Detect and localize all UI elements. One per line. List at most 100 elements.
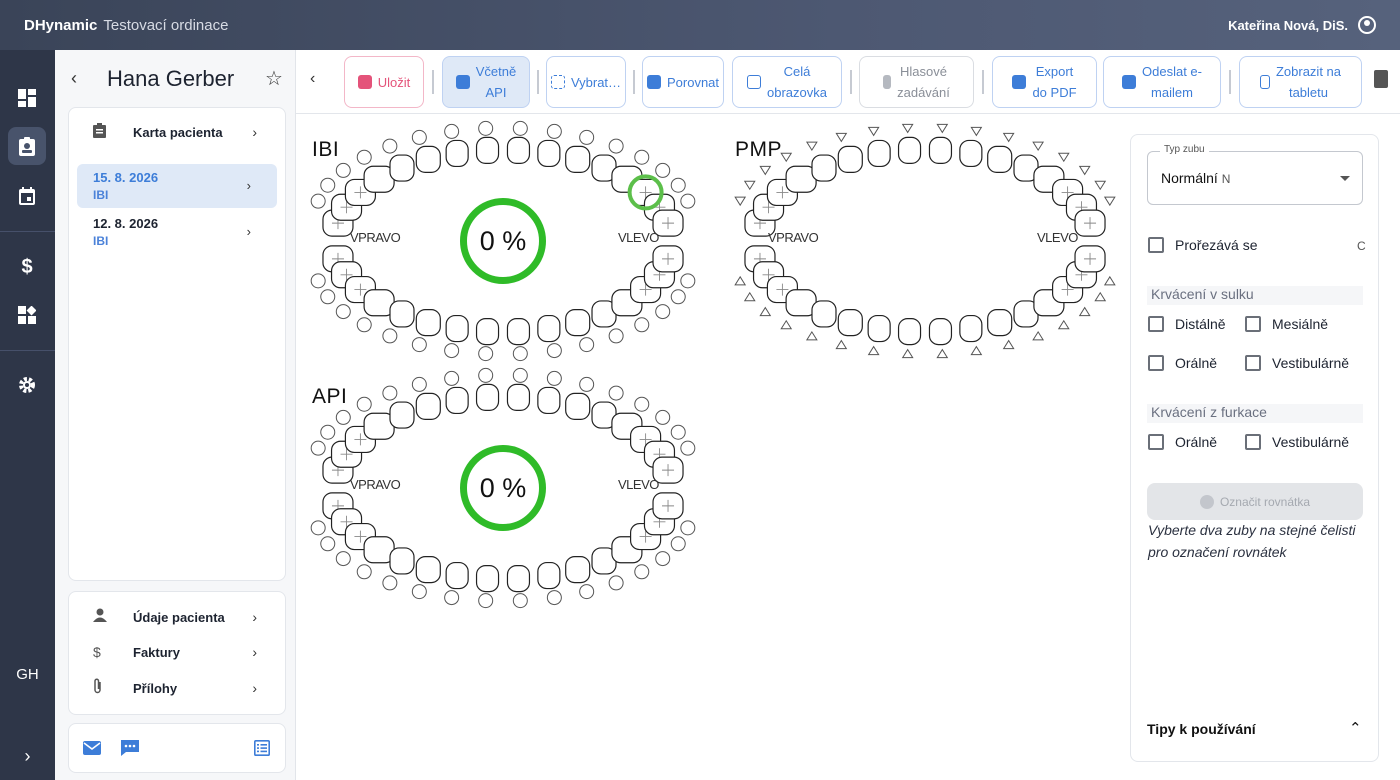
pocket-marker[interactable] <box>780 152 793 163</box>
calendar-button[interactable] <box>8 177 46 215</box>
trash-icon[interactable] <box>1374 70 1388 88</box>
pocket-marker[interactable] <box>1078 306 1091 317</box>
pocket-marker[interactable] <box>734 275 747 286</box>
site-marker[interactable] <box>634 149 650 165</box>
pocket-marker[interactable] <box>1078 165 1091 176</box>
site-marker[interactable] <box>670 536 686 552</box>
pocket-marker[interactable] <box>805 141 818 152</box>
tooth[interactable] <box>565 392 591 420</box>
widgets-button[interactable] <box>8 296 46 334</box>
site-marker[interactable] <box>670 177 686 193</box>
attachments-link[interactable]: Přílohy › <box>69 670 285 706</box>
pocket-marker[interactable] <box>1057 319 1070 330</box>
favorite-star-icon[interactable]: ☆ <box>265 66 283 91</box>
pocket-marker[interactable] <box>1094 180 1107 191</box>
site-marker[interactable] <box>411 584 427 600</box>
pocket-marker[interactable] <box>743 291 756 302</box>
site-marker[interactable] <box>382 575 398 591</box>
site-marker[interactable] <box>335 551 351 567</box>
site-marker[interactable] <box>634 317 650 333</box>
site-marker[interactable] <box>320 177 336 193</box>
pocket-marker[interactable] <box>835 132 848 143</box>
chevron-up-icon[interactable]: ⌃ <box>1349 719 1362 737</box>
fullscreen-button[interactable]: Celá obrazovka <box>732 56 842 108</box>
oral-checkbox[interactable]: Orálně <box>1148 355 1217 371</box>
site-marker[interactable] <box>310 193 326 209</box>
pocket-marker[interactable] <box>759 306 772 317</box>
user-initials[interactable]: GH <box>0 666 55 683</box>
site-marker[interactable] <box>444 123 460 139</box>
pocket-marker[interactable] <box>780 319 793 330</box>
tooth[interactable] <box>415 309 441 337</box>
site-marker[interactable] <box>655 409 671 425</box>
tooth[interactable] <box>565 145 591 173</box>
pocket-marker[interactable] <box>901 348 914 359</box>
back-arrow-icon[interactable]: ‹ <box>71 68 77 89</box>
tooth[interactable] <box>445 386 469 415</box>
pocket-marker[interactable] <box>1103 275 1116 286</box>
pocket-marker[interactable] <box>1032 141 1045 152</box>
pocket-marker[interactable] <box>936 123 949 134</box>
site-marker[interactable] <box>478 593 494 609</box>
tooth[interactable] <box>475 565 500 593</box>
tooth[interactable] <box>652 245 684 273</box>
tooth[interactable] <box>652 492 684 520</box>
patient-info-link[interactable]: Údaje pacienta › <box>69 599 285 635</box>
tooth[interactable] <box>475 383 500 411</box>
site-marker[interactable] <box>680 440 696 456</box>
list-icon[interactable] <box>254 740 270 756</box>
tooth[interactable] <box>987 309 1013 337</box>
tooth[interactable] <box>1074 245 1106 273</box>
site-marker[interactable] <box>310 273 326 289</box>
tooth[interactable] <box>389 401 415 429</box>
site-marker[interactable] <box>335 409 351 425</box>
vestibular-checkbox[interactable]: Vestibulárně <box>1245 355 1349 371</box>
site-marker[interactable] <box>478 120 494 136</box>
tooth[interactable] <box>565 556 591 584</box>
site-marker[interactable] <box>356 564 372 580</box>
site-marker[interactable] <box>579 337 595 353</box>
tooth[interactable] <box>897 136 922 164</box>
mark-braces-button[interactable]: Označit rovnátka <box>1147 483 1363 520</box>
checkbox-box[interactable] <box>1148 355 1164 371</box>
send-email-button[interactable]: Odeslat e-mailem <box>1103 56 1221 108</box>
checkbox-box[interactable] <box>1245 355 1261 371</box>
checkbox-box[interactable] <box>1245 434 1261 450</box>
site-marker[interactable] <box>670 424 686 440</box>
tooth[interactable] <box>959 314 983 343</box>
tooth[interactable] <box>1074 209 1106 237</box>
tooth[interactable] <box>475 318 500 346</box>
tooth[interactable] <box>506 318 531 346</box>
patient-card-link[interactable]: Karta pacienta › <box>69 114 285 150</box>
tooth[interactable] <box>867 139 891 168</box>
site-marker[interactable] <box>310 440 326 456</box>
site-marker[interactable] <box>444 370 460 386</box>
settings-button[interactable] <box>8 366 46 404</box>
tooth[interactable] <box>565 309 591 337</box>
site-marker[interactable] <box>356 396 372 412</box>
site-marker[interactable] <box>320 536 336 552</box>
site-marker[interactable] <box>608 385 624 401</box>
pocket-marker[interactable] <box>835 339 848 350</box>
tooth[interactable] <box>811 300 837 328</box>
patient-card-button[interactable] <box>8 127 46 165</box>
site-marker[interactable] <box>546 590 562 606</box>
site-marker[interactable] <box>310 520 326 536</box>
tooth[interactable] <box>506 383 531 411</box>
user-menu[interactable]: Kateřina Nová, DiS. <box>1228 16 1376 34</box>
site-marker[interactable] <box>634 564 650 580</box>
site-marker[interactable] <box>608 328 624 344</box>
user-account-icon[interactable] <box>1358 16 1376 34</box>
pocket-marker[interactable] <box>734 196 747 207</box>
collapse-panel-icon[interactable]: ‹ <box>310 70 315 88</box>
show-on-tablet-button[interactable]: Zobrazit na tabletu <box>1239 56 1362 108</box>
site-marker[interactable] <box>680 193 696 209</box>
tooth[interactable] <box>415 392 441 420</box>
tooth[interactable] <box>837 145 863 173</box>
site-marker[interactable] <box>411 129 427 145</box>
tooth[interactable] <box>445 561 469 590</box>
site-marker[interactable] <box>478 346 494 362</box>
site-marker[interactable] <box>478 367 494 383</box>
mail-icon[interactable] <box>83 741 101 755</box>
site-marker[interactable] <box>608 575 624 591</box>
